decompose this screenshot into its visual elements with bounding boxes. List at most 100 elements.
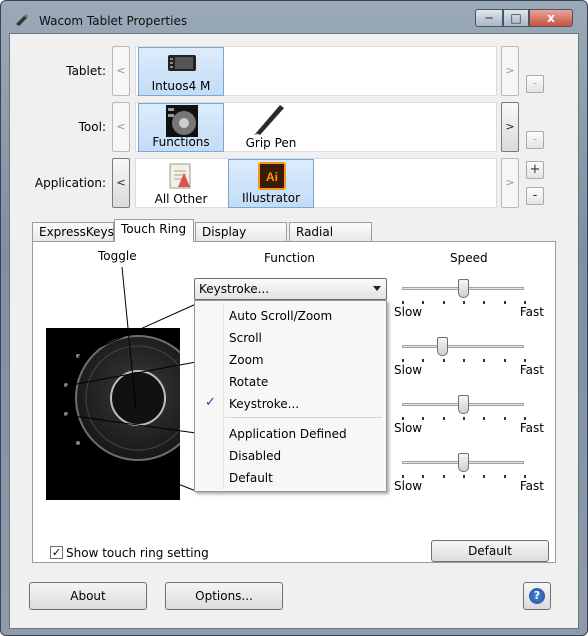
maximize-button[interactable]: □ [503,9,529,27]
about-button[interactable]: About [29,582,147,610]
tab-expresskeys[interactable]: ExpressKeys [32,222,114,242]
slider-tick [422,475,425,478]
slider-tick [503,417,506,420]
menu-separator [225,417,382,418]
chevron-down-icon [373,286,381,291]
tablet-device-icon [168,55,196,71]
slider-tick [483,417,486,420]
checkmark-icon: ✓ [205,395,216,410]
slider-fast-label: Fast [519,305,544,319]
tool-remove-button[interactable]: - [526,131,544,149]
application-remove-button[interactable]: - [526,187,544,205]
menu-item-rotate[interactable]: Rotate [229,375,268,389]
slider-fast-label: Fast [519,479,544,493]
help-button[interactable]: ? [523,582,551,610]
slider-slow-label: Slow [394,363,423,377]
menu-item-disabled[interactable]: Disabled [229,449,281,463]
function-dropdown[interactable]: Keystroke... [194,278,387,300]
tool-row-label: Tool: [78,120,106,134]
window: Wacom Tablet Properties ─ □ x Tablet: < … [0,0,588,636]
tablet-strip: Intuos4 M [135,46,497,96]
menu-item-zoom[interactable]: Zoom [229,353,264,367]
slider-thumb[interactable] [458,395,469,414]
menu-item-default[interactable]: Default [229,471,273,485]
options-button[interactable]: Options... [165,582,283,610]
slider-thumb[interactable] [458,279,469,298]
help-icon: ? [529,588,545,604]
tool-scroll-right-button[interactable]: > [501,102,519,152]
tool-item-label: Grip Pen [245,136,297,150]
tool-item-functions[interactable]: Functions [138,103,224,152]
tablet-scroll-right-button[interactable]: > [501,46,519,96]
pen-icon [254,105,284,135]
application-row-label: Application: [34,176,106,190]
slider-tick [462,417,465,420]
slider-tick [442,417,445,420]
svg-text:Ai: Ai [266,170,278,184]
tablet-row-label: Tablet: [66,64,106,78]
show-touch-ring-checkbox[interactable]: ✓ [50,546,63,559]
title-bar[interactable]: Wacom Tablet Properties ─ □ x [9,7,573,33]
slider-tick [483,359,486,362]
slider-thumb[interactable] [437,337,449,356]
tab-touch-ring[interactable]: Touch Ring [114,219,194,242]
function-header: Function [264,251,316,265]
tablet-item-intuos4[interactable]: Intuos4 M [138,47,224,96]
show-touch-ring-label: Show touch ring setting [66,546,209,560]
slider-tick [442,475,445,478]
menu-item-application-defined[interactable]: Application Defined [229,427,347,441]
slider-tick [422,301,425,304]
slider-tick [462,301,465,304]
slider-tick [503,475,506,478]
tool-item-grip-pen[interactable]: Grip Pen [228,103,314,152]
client-area: Tablet: < Intuos4 M > - Tool: < Function… [9,33,579,629]
function-dropdown-value: Keystroke... [199,282,270,296]
tool-scroll-left-button[interactable]: < [112,102,130,152]
application-item-illustrator[interactable]: Ai Illustrator [228,159,314,208]
minimize-button[interactable]: ─ [475,9,503,27]
tablet-remove-button[interactable]: - [526,75,544,93]
slider-tick [442,301,445,304]
slider-slow-label: Slow [394,479,423,493]
menu-item-auto-scroll-zoom[interactable]: Auto Scroll/Zoom [229,309,332,323]
close-button[interactable]: x [529,9,573,27]
slider-tick [402,301,404,304]
application-item-label: Illustrator [241,191,301,205]
slider-tick [483,301,486,304]
slider-tick [523,359,526,362]
application-scroll-left-button[interactable]: < [112,158,130,208]
slider-tick [523,475,526,478]
all-other-apps-icon [169,163,191,189]
menu-item-scroll[interactable]: Scroll [229,331,262,345]
tablet-scroll-left-button[interactable]: < [112,46,130,96]
default-button[interactable]: Default [431,540,549,562]
menu-item-keystroke[interactable]: Keystroke... [229,397,299,411]
application-item-all-other[interactable]: All Other [138,159,224,208]
function-dropdown-menu: Auto Scroll/Zoom Scroll Zoom Rotate ✓ Ke… [194,300,387,492]
slider-tick [523,301,526,304]
slider-thumb[interactable] [458,453,469,472]
illustrator-icon: Ai [258,162,286,190]
application-item-label: All Other [154,192,208,206]
slider-tick [462,475,465,478]
slider-tick [483,475,486,478]
slider-slow-label: Slow [394,305,423,319]
slider-fast-label: Fast [519,421,544,435]
application-add-button[interactable]: + [526,161,544,179]
window-title: Wacom Tablet Properties [39,14,188,28]
tab-display-toggle[interactable]: Display Toggle [195,222,287,257]
tab-radial-menu[interactable]: Radial Menu [289,222,372,257]
slider-tick [402,475,404,478]
wacom-app-icon [16,14,28,26]
speed-header: Speed [450,251,488,265]
slider-tick [422,359,425,362]
slider-tick [402,359,404,362]
tool-strip: Functions Grip Pen [135,102,497,152]
slider-tick [442,359,445,362]
slider-fast-label: Fast [519,363,544,377]
application-scroll-right-button[interactable]: > [501,158,519,208]
tablet-item-label: Intuos4 M [151,79,211,93]
slider-tick [422,417,425,420]
slider-tick [523,417,526,420]
functions-icon [166,105,198,137]
